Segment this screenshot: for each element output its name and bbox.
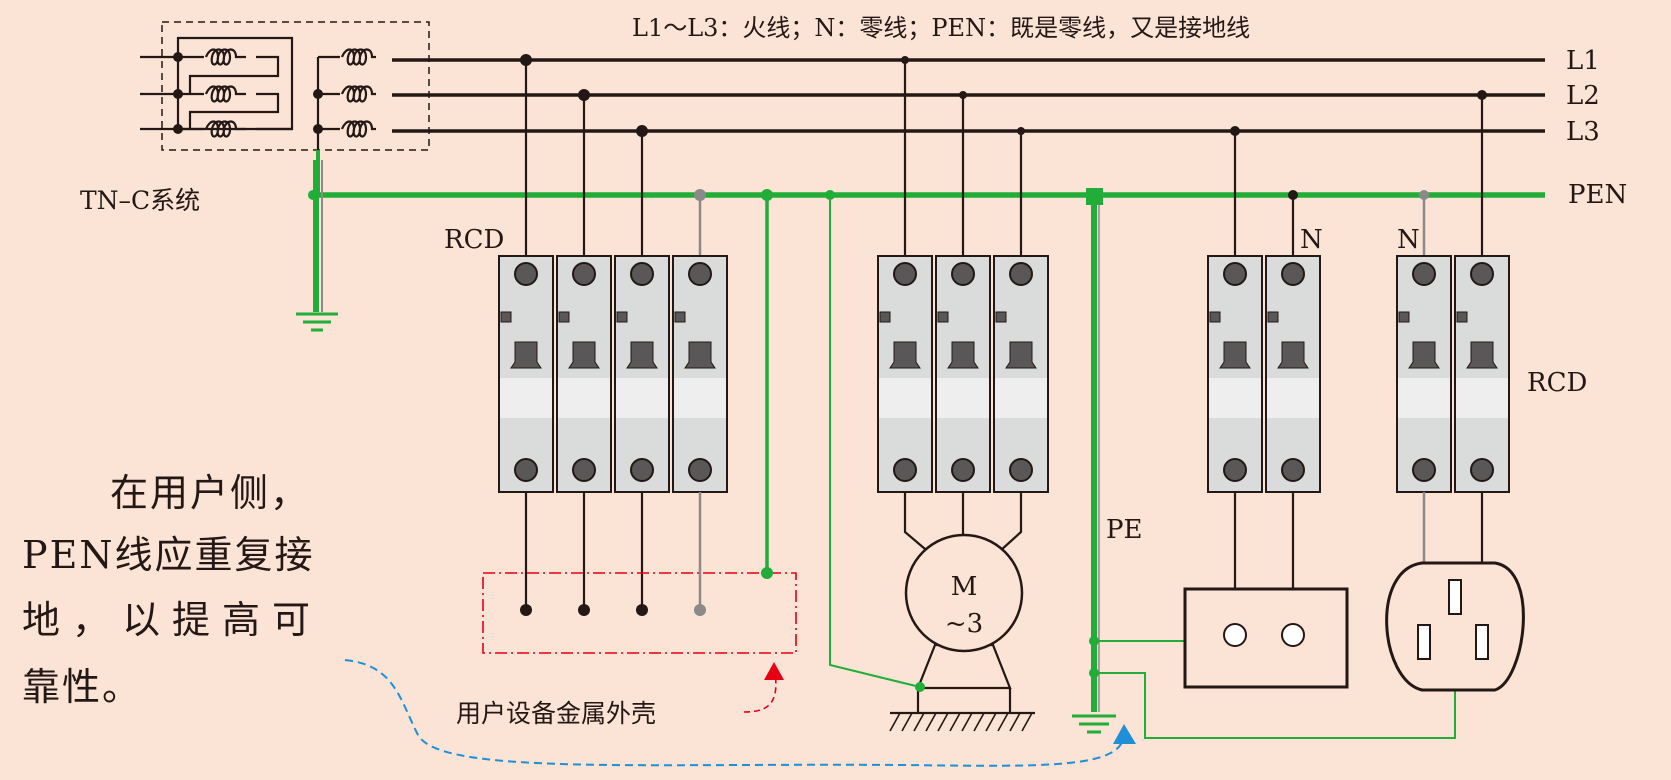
g3-breaker-pole-1	[1207, 255, 1263, 493]
g1-load-node-3	[636, 604, 648, 616]
source-ground-symbol	[296, 312, 338, 332]
pe-ground-symbol	[1072, 714, 1116, 734]
g1-breaker-pole-2	[556, 255, 612, 493]
motor-pe-terminal	[915, 682, 925, 692]
label-l1: L1	[1566, 46, 1600, 76]
enclosure-callout-arrow	[764, 662, 784, 680]
motor-floor-hatch	[889, 712, 1033, 732]
g4-breaker-pole-2	[1454, 255, 1510, 493]
note-callout-arrow	[1113, 724, 1136, 744]
two-pin-socket	[1183, 587, 1349, 689]
g2-node-l3	[1017, 127, 1025, 135]
socket-a-hole-2	[1281, 623, 1305, 647]
transformer-dashed-box	[161, 21, 430, 151]
g3-node-n	[1288, 190, 1298, 200]
g1-breaker-pole-3	[614, 255, 670, 493]
secondary-coil-1	[340, 48, 376, 66]
n-label-b: N	[1397, 225, 1420, 255]
g3-breaker-pole-2	[1265, 255, 1321, 493]
secondary-coil-3	[340, 120, 376, 138]
g4-breaker-pole-1	[1396, 255, 1452, 493]
n-label-a: N	[1300, 225, 1323, 255]
g2-node-l1	[901, 56, 909, 64]
g1-load-node-2	[578, 604, 590, 616]
g1-node-l1	[520, 54, 532, 66]
secondary-node-3	[313, 124, 323, 134]
rcd-left-label: RCD	[444, 225, 504, 255]
g2-node-l2	[959, 91, 967, 99]
label-l3: L3	[1566, 117, 1600, 147]
g2-breaker-pole-3	[993, 255, 1049, 493]
g4-node-l2	[1477, 90, 1487, 100]
note-line-1: 在用户侧，	[110, 471, 310, 515]
enclosure-pe-node-bottom	[761, 567, 773, 579]
note-line-3: 地，以提高可	[22, 598, 322, 642]
g4-node-n	[1419, 190, 1429, 200]
primary-coil-2	[204, 85, 246, 103]
note-line-2: PEN线应重复接	[22, 533, 315, 577]
enclosure-pe-node-top	[761, 189, 773, 201]
g1-load-node-1	[520, 604, 532, 616]
g1-breaker-pole-4	[672, 255, 728, 493]
three-pin-socket	[1385, 561, 1525, 692]
motor-label-m: M	[951, 572, 978, 602]
diagram-canvas: L1～L3：火线；N：零线；PEN：既是零线，又是接地线 L1 L2 L3 PE…	[22, 14, 1627, 767]
primary-coil-1	[204, 48, 246, 66]
rcd-right-label: RCD	[1527, 368, 1587, 398]
primary-node-2	[173, 89, 183, 99]
label-pen: PEN	[1568, 180, 1627, 210]
primary-node-1	[173, 52, 183, 62]
motor: M ~3	[889, 533, 1035, 732]
g3-node-l3	[1230, 126, 1240, 136]
transformer	[140, 21, 430, 160]
pe-label: PE	[1106, 515, 1142, 545]
g1-node-l3	[636, 125, 648, 137]
socket-b-slot-n	[1417, 624, 1431, 660]
legend-text: L1～L3：火线；N：零线；PEN：既是零线，又是接地线	[632, 14, 1250, 42]
primary-node-3	[173, 124, 183, 134]
g2-breaker-pole-2	[935, 255, 991, 493]
g2-breaker-pole-1	[877, 255, 933, 493]
secondary-coil-2	[340, 85, 376, 103]
g1-load-node-n	[694, 604, 706, 616]
socket-b-slot-pe	[1448, 579, 1462, 615]
tn-c-wiring-diagram: L1～L3：火线；N：零线；PEN：既是零线，又是接地线 L1 L2 L3 PE…	[0, 0, 1671, 775]
label-l2: L2	[1566, 81, 1600, 111]
g1-node-l2	[578, 89, 590, 101]
note-line-4: 靠性。	[22, 665, 142, 709]
motor-pe-node	[825, 190, 835, 200]
g1-breaker-pole-1	[498, 255, 554, 493]
system-label: TN–C系统	[80, 186, 200, 215]
g1-node-n	[694, 189, 706, 201]
socket-a-frame	[1183, 587, 1349, 689]
secondary-node-2	[313, 89, 323, 99]
socket-a-hole-1	[1223, 623, 1247, 647]
note-block: 在用户侧， PEN线应重复接 地，以提高可 靠性。	[22, 471, 322, 709]
socket-b-slot-l	[1475, 624, 1489, 660]
motor-label-phase: ~3	[945, 609, 983, 639]
enclosure-label: 用户设备金属外壳	[456, 699, 656, 728]
